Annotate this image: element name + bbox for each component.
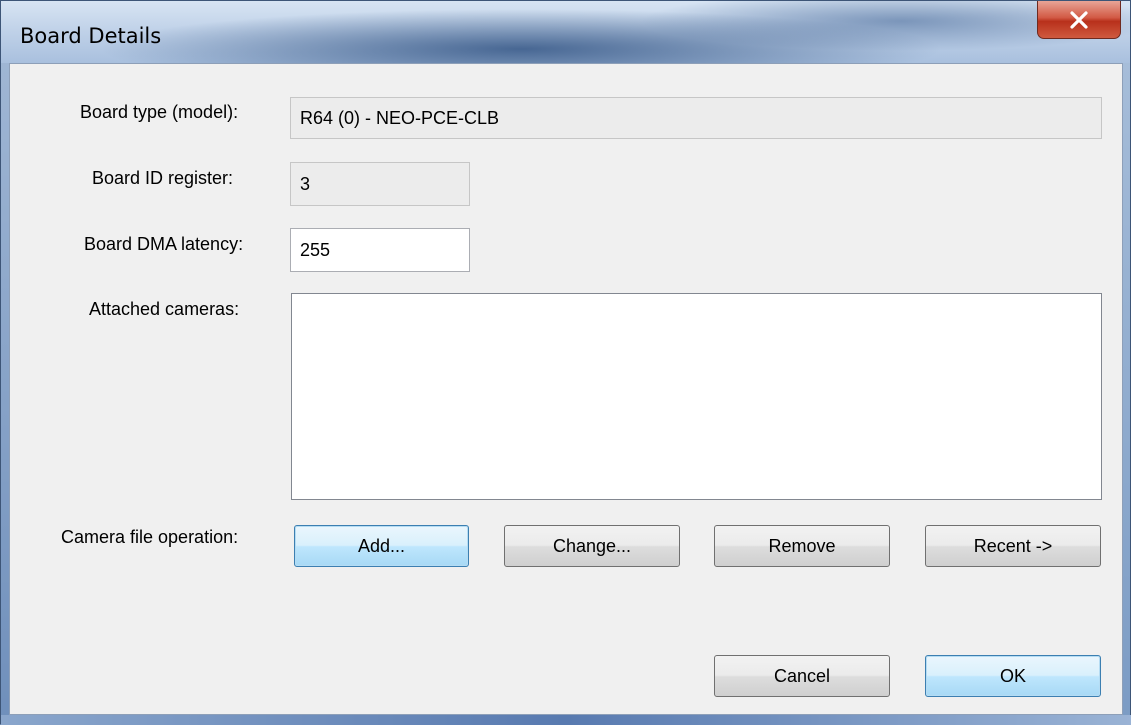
board-type-field: R64 (0) - NEO-PCE-CLB [290, 97, 1102, 139]
board-id-label: Board ID register: [92, 168, 234, 188]
add-button[interactable]: Add... [294, 525, 469, 567]
recent-button[interactable]: Recent -> [925, 525, 1101, 567]
ok-button[interactable]: OK [925, 655, 1101, 697]
dma-latency-input[interactable]: 255 [290, 228, 470, 272]
close-button[interactable] [1037, 1, 1121, 39]
board-id-field: 3 [290, 162, 470, 206]
cancel-button[interactable]: Cancel [714, 655, 890, 697]
attached-cameras-list[interactable] [291, 293, 1102, 500]
attached-cameras-label: Attached cameras: [89, 299, 240, 319]
remove-button[interactable]: Remove [714, 525, 890, 567]
window-frame-left [1, 63, 9, 725]
close-icon [1068, 10, 1090, 29]
board-details-window: Board Details Board type (model): R64 (0… [0, 0, 1131, 725]
board-type-label: Board type (model): [80, 102, 239, 122]
dma-latency-label: Board DMA latency: [84, 234, 244, 254]
window-frame-right [1122, 63, 1130, 725]
dialog-client-area: Board type (model): R64 (0) - NEO-PCE-CL… [9, 63, 1123, 715]
title-bar[interactable]: Board Details [1, 1, 1130, 63]
window-title: Board Details [20, 24, 162, 48]
camera-file-operation-label: Camera file operation: [61, 527, 239, 547]
change-button[interactable]: Change... [504, 525, 680, 567]
